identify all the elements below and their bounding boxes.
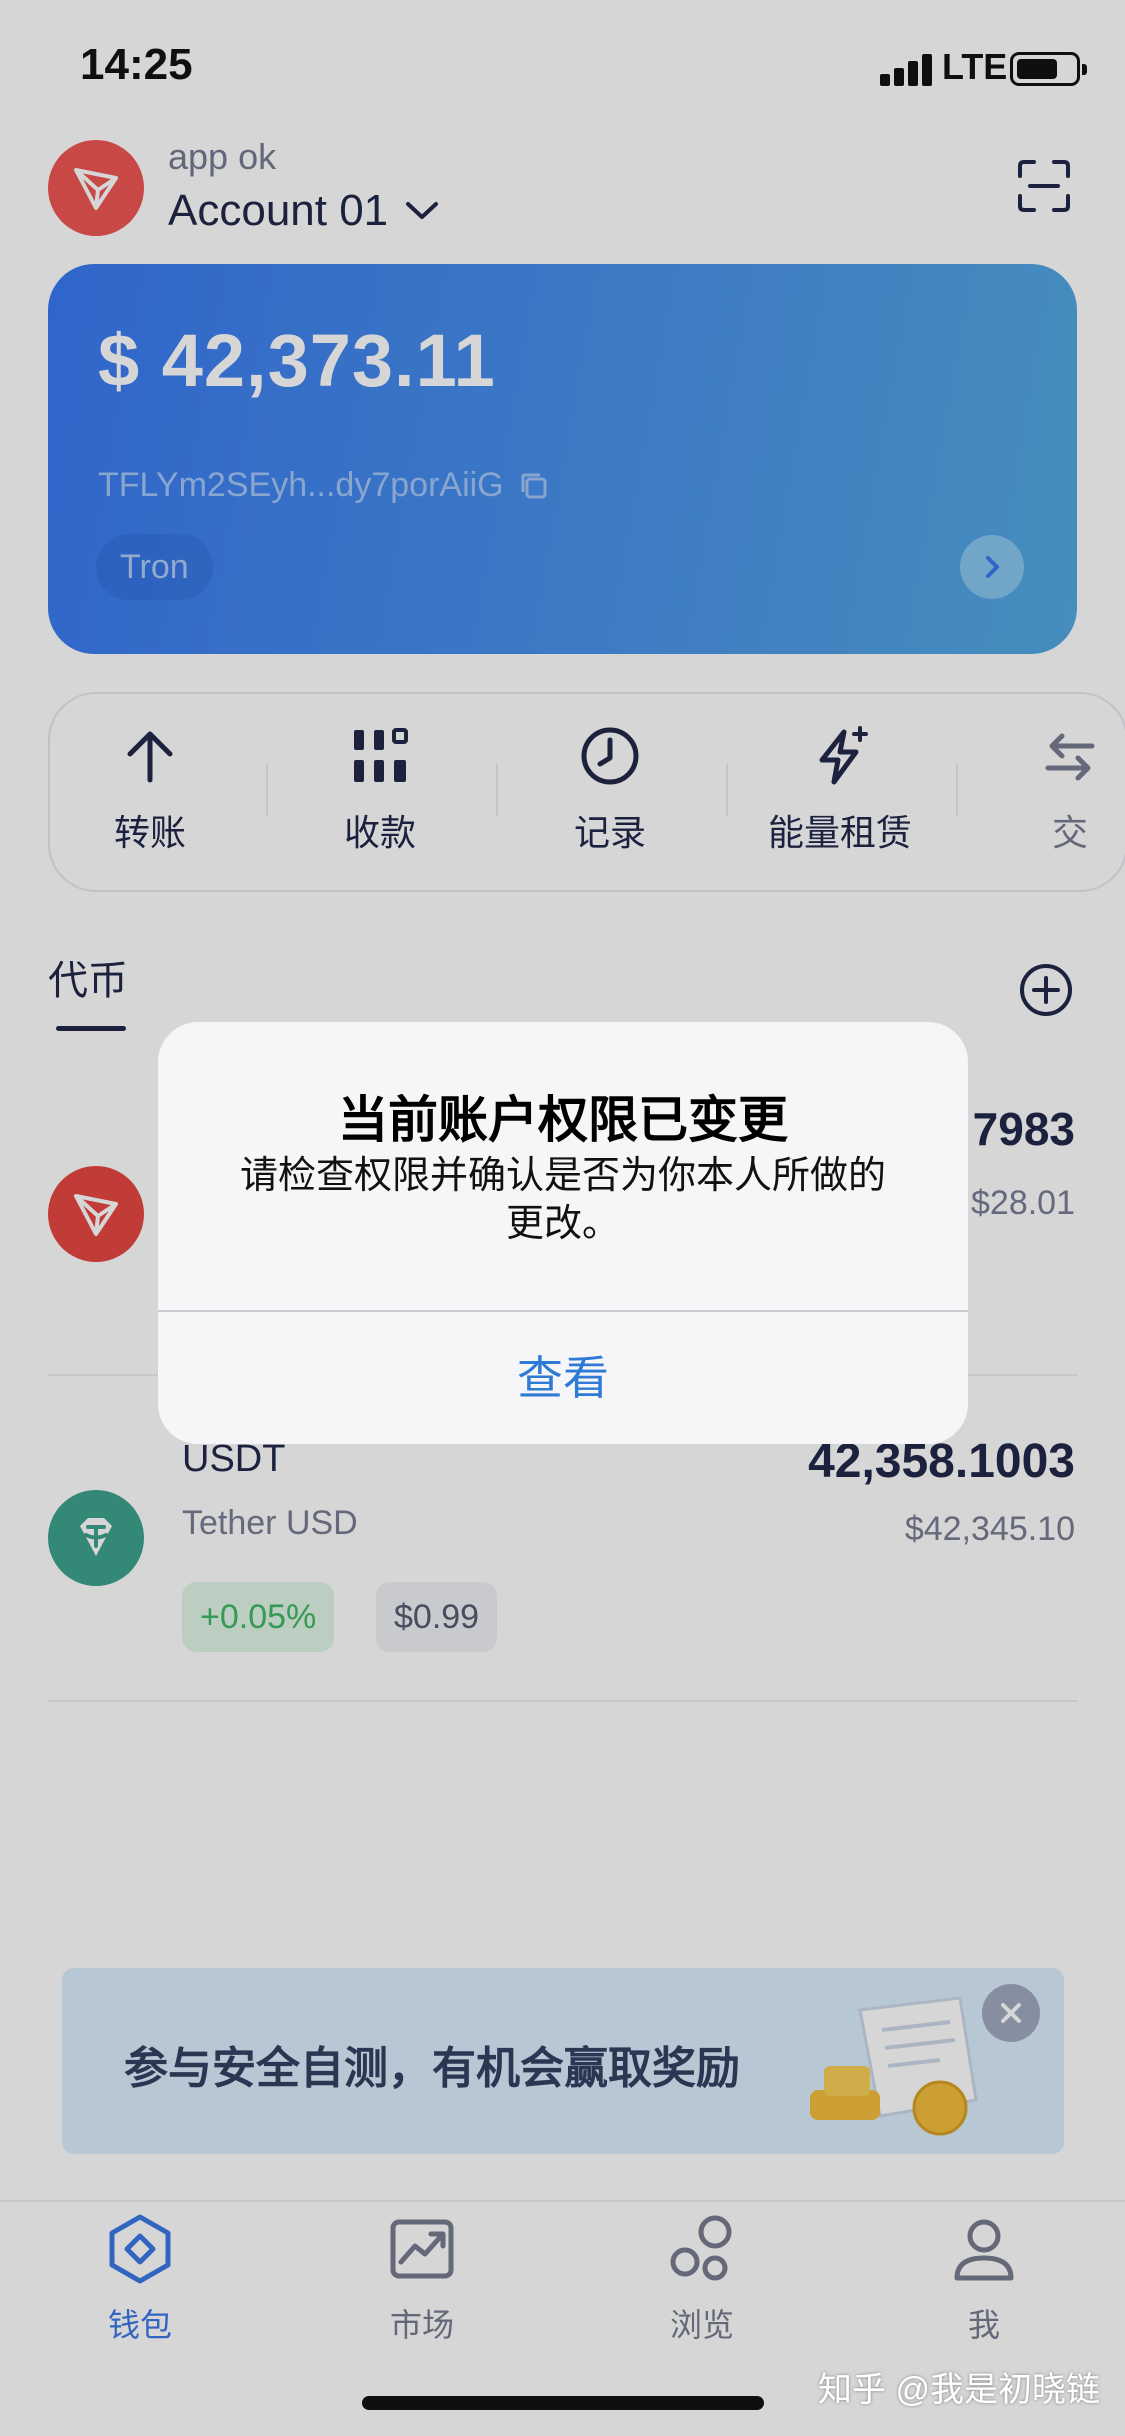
view-button[interactable]: 查看	[158, 1312, 968, 1444]
dialog-title: 当前账户权限已变更	[338, 1092, 788, 1148]
dialog-message: 请检查权限并确认是否为你本人所做的更改。	[239, 1155, 886, 1245]
watermark: 知乎 @我是初晓链	[818, 2371, 1100, 2409]
